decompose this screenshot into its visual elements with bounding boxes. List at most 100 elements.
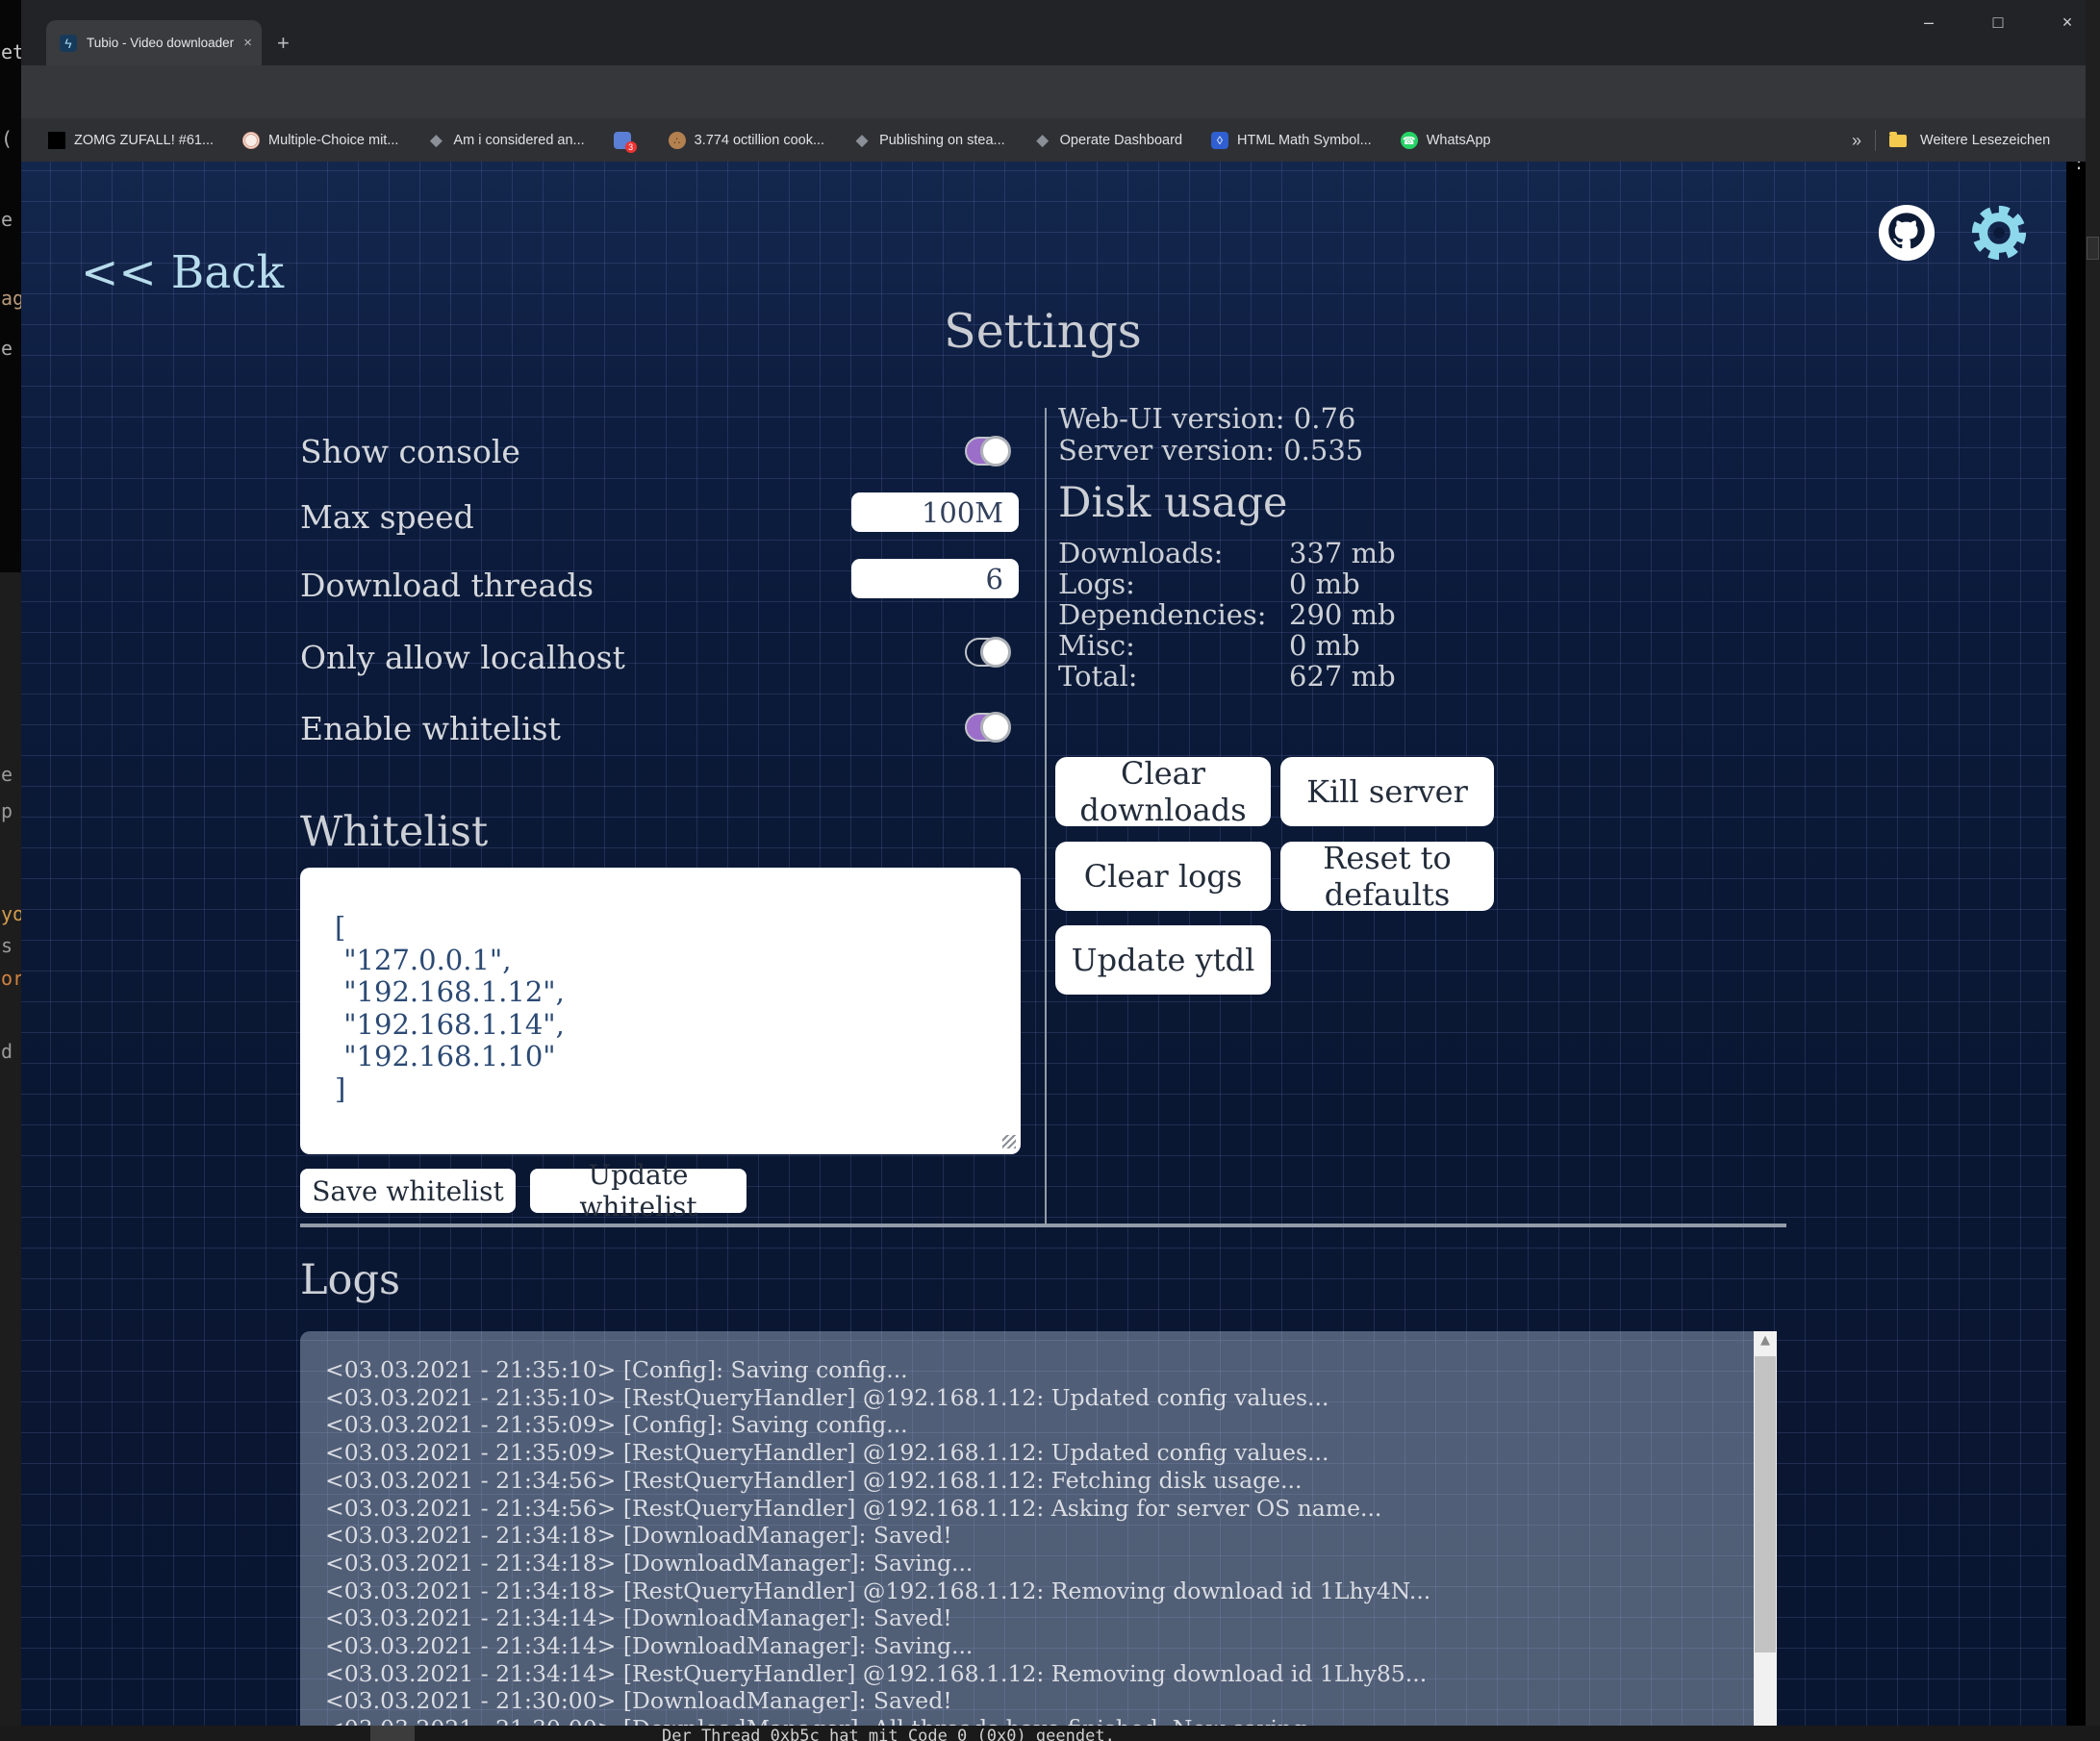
bookmark-item[interactable]: ◆ Publishing on stea... <box>853 132 1005 149</box>
log-scrollbar-thumb[interactable] <box>1755 1356 1776 1653</box>
save-whitelist-button[interactable]: Save whitelist <box>300 1169 516 1213</box>
max-speed-label: Max speed <box>300 498 474 536</box>
z0r-favicon-icon <box>48 132 65 149</box>
log-line: <03.03.2021 - 21:35:09> [Config]: Saving… <box>325 1411 1754 1439</box>
math-favicon-icon: ◊ <box>1211 132 1228 149</box>
github-icon[interactable] <box>1878 204 1936 262</box>
background-window-left-edge: et ( e ag e e p yo s or d : <box>0 0 21 1741</box>
log-line: <03.03.2021 - 21:34:14> [DownloadManager… <box>325 1632 1754 1660</box>
clear-logs-button[interactable]: Clear logs <box>1055 842 1271 911</box>
disk-usage-title: Disk usage <box>1058 479 1287 527</box>
page-title: Settings <box>19 304 2066 359</box>
bookmark-item[interactable]: Multiple-Choice mit... <box>242 132 398 149</box>
logs-title: Logs <box>300 1256 400 1304</box>
left-fragment: et <box>1 40 21 63</box>
bookmark-item[interactable]: ◊ HTML Math Symbol... <box>1211 132 1372 149</box>
update-whitelist-button[interactable]: Update whitelist <box>530 1169 746 1213</box>
tab-title: Tubio - Video downloader <box>87 36 236 50</box>
log-line: <03.03.2021 - 21:30:00> [DownloadManager… <box>325 1687 1754 1715</box>
page-content: << Back Settings Show console Max speed … <box>19 162 2066 1741</box>
tab-strip: ϟ Tubio - Video downloader × + – □ × <box>19 0 2086 65</box>
whitelist-title: Whitelist <box>300 808 488 856</box>
log-line: <03.03.2021 - 21:35:09> [RestQueryHandle… <box>325 1439 1754 1467</box>
window-minimize-button[interactable]: – <box>1914 8 1943 37</box>
new-tab-button[interactable]: + <box>277 31 290 56</box>
settings-gear-icon[interactable] <box>1971 205 2027 261</box>
download-threads-input[interactable] <box>851 559 1019 598</box>
scroll-up-icon[interactable]: ▲ <box>1754 1333 1777 1348</box>
clear-downloads-button[interactable]: Clear downloads <box>1055 757 1271 826</box>
disk-usage-row-label: Downloads: <box>1058 537 1223 569</box>
bookmarks-list: ZOMG ZUFALL! #61... Multiple-Choice mit.… <box>48 126 1491 155</box>
log-output[interactable]: <03.03.2021 - 21:35:10> [Config]: Saving… <box>300 1331 1754 1741</box>
left-fragment: or <box>1 967 21 990</box>
enable-whitelist-label: Enable whitelist <box>300 710 561 747</box>
whatsapp-favicon-icon: ☎ <box>1401 132 1418 149</box>
background-console-window: Der Thread 0xb5c hat mit Code 0 (0x0) ge… <box>0 1726 2100 1741</box>
log-line: <03.03.2021 - 21:34:14> [RestQueryHandle… <box>325 1660 1754 1688</box>
download-threads-label: Download threads <box>300 567 594 604</box>
left-fragment: p <box>1 799 13 822</box>
bookmark-item[interactable] <box>614 132 640 149</box>
disk-usage-row-value: 337 mb <box>1289 537 1396 569</box>
update-ytdl-button[interactable]: Update ytdl <box>1055 925 1271 995</box>
window-maximize-button[interactable]: □ <box>1984 8 2012 37</box>
console-output-fragment: Der Thread 0xb5c hat mit Code 0 (0x0) ge… <box>662 1727 1115 1741</box>
rings-favicon-icon <box>242 132 260 149</box>
window-close-button[interactable]: × <box>2053 8 2082 37</box>
blue3-favicon-icon <box>614 132 631 149</box>
log-line: <03.03.2021 - 21:34:56> [RestQueryHandle… <box>325 1495 1754 1523</box>
back-link[interactable]: << Back <box>81 246 284 299</box>
log-line: <03.03.2021 - 21:35:10> [RestQueryHandle… <box>325 1384 1754 1412</box>
log-line: <03.03.2021 - 21:34:56> [RestQueryHandle… <box>325 1467 1754 1495</box>
column-divider <box>1045 408 1047 1225</box>
unity-favicon-icon: ◆ <box>1034 132 1051 149</box>
left-fragment: ( <box>1 127 13 150</box>
log-line: <03.03.2021 - 21:34:18> [DownloadManager… <box>325 1522 1754 1550</box>
max-speed-input[interactable] <box>851 492 1019 532</box>
only-allow-localhost-toggle[interactable] <box>965 638 1010 667</box>
log-line: <03.03.2021 - 21:34:18> [DownloadManager… <box>325 1550 1754 1577</box>
bookmark-item[interactable]: ☎ WhatsApp <box>1401 132 1491 149</box>
enable-whitelist-toggle[interactable] <box>965 713 1010 742</box>
bookmark-item[interactable]: ∴ 3.774 octillion cook... <box>669 132 824 149</box>
reset-to-defaults-button[interactable]: Reset to defaults <box>1280 842 1494 911</box>
bookmark-item[interactable]: ◆ Am i considered an... <box>427 132 584 149</box>
background-window-right-edge <box>2086 0 2100 1741</box>
show-console-label: Show console <box>300 433 520 470</box>
disk-usage-row-value: 290 mb <box>1289 598 1396 631</box>
unity-favicon-icon: ◆ <box>853 132 871 149</box>
textarea-resize-handle-icon[interactable] <box>1002 1135 1016 1148</box>
bookmarks-overflow-chevron-icon[interactable]: » <box>1852 131 1861 151</box>
folder-icon <box>1889 135 1907 147</box>
log-line: <03.03.2021 - 21:34:14> [DownloadManager… <box>325 1604 1754 1632</box>
whitelist-textarea[interactable]: [ "127.0.0.1", "192.168.1.12", "192.168.… <box>300 868 1021 1154</box>
tab-close-icon[interactable]: × <box>243 35 252 51</box>
bookmarks-bar: ZOMG ZUFALL! #61... Multiple-Choice mit.… <box>19 118 2086 162</box>
browser-toolbar: ← → ↻ ⌂ ⚠ Nicht sicher | 192.168.1.12 :6… <box>19 65 2086 118</box>
left-fragment: ag <box>1 287 21 310</box>
left-fragment: e <box>1 208 13 231</box>
left-fragment: s <box>1 934 13 957</box>
webui-version: Web-UI version: 0.76 <box>1058 402 1355 435</box>
show-console-toggle[interactable] <box>965 437 1010 466</box>
disk-usage-row-value: 0 mb <box>1289 568 1360 600</box>
cookie-favicon-icon: ∴ <box>669 132 686 149</box>
disk-usage-row-value: 627 mb <box>1289 660 1396 693</box>
other-bookmarks-label[interactable]: Weitere Lesezeichen <box>1920 133 2050 148</box>
browser-tab[interactable]: ϟ Tubio - Video downloader × <box>46 20 262 65</box>
disk-usage-row-label: Misc: <box>1058 629 1135 662</box>
section-divider <box>300 1224 1786 1227</box>
bookmark-item[interactable]: ◆ Operate Dashboard <box>1034 132 1182 149</box>
left-fragment: e <box>1 763 13 786</box>
bookmark-item[interactable]: ZOMG ZUFALL! #61... <box>48 132 214 149</box>
disk-usage-row-label: Dependencies: <box>1058 598 1267 631</box>
log-line: <03.03.2021 - 21:35:10> [Config]: Saving… <box>325 1356 1754 1384</box>
disk-usage-row-label: Logs: <box>1058 568 1135 600</box>
left-fragment: yo <box>1 902 21 925</box>
server-version: Server version: 0.535 <box>1058 434 1363 467</box>
log-scrollbar[interactable]: ▲ <box>1754 1331 1777 1741</box>
only-allow-localhost-label: Only allow localhost <box>300 639 625 676</box>
left-fragment: d : <box>1 1040 21 1063</box>
kill-server-button[interactable]: Kill server <box>1280 757 1494 826</box>
